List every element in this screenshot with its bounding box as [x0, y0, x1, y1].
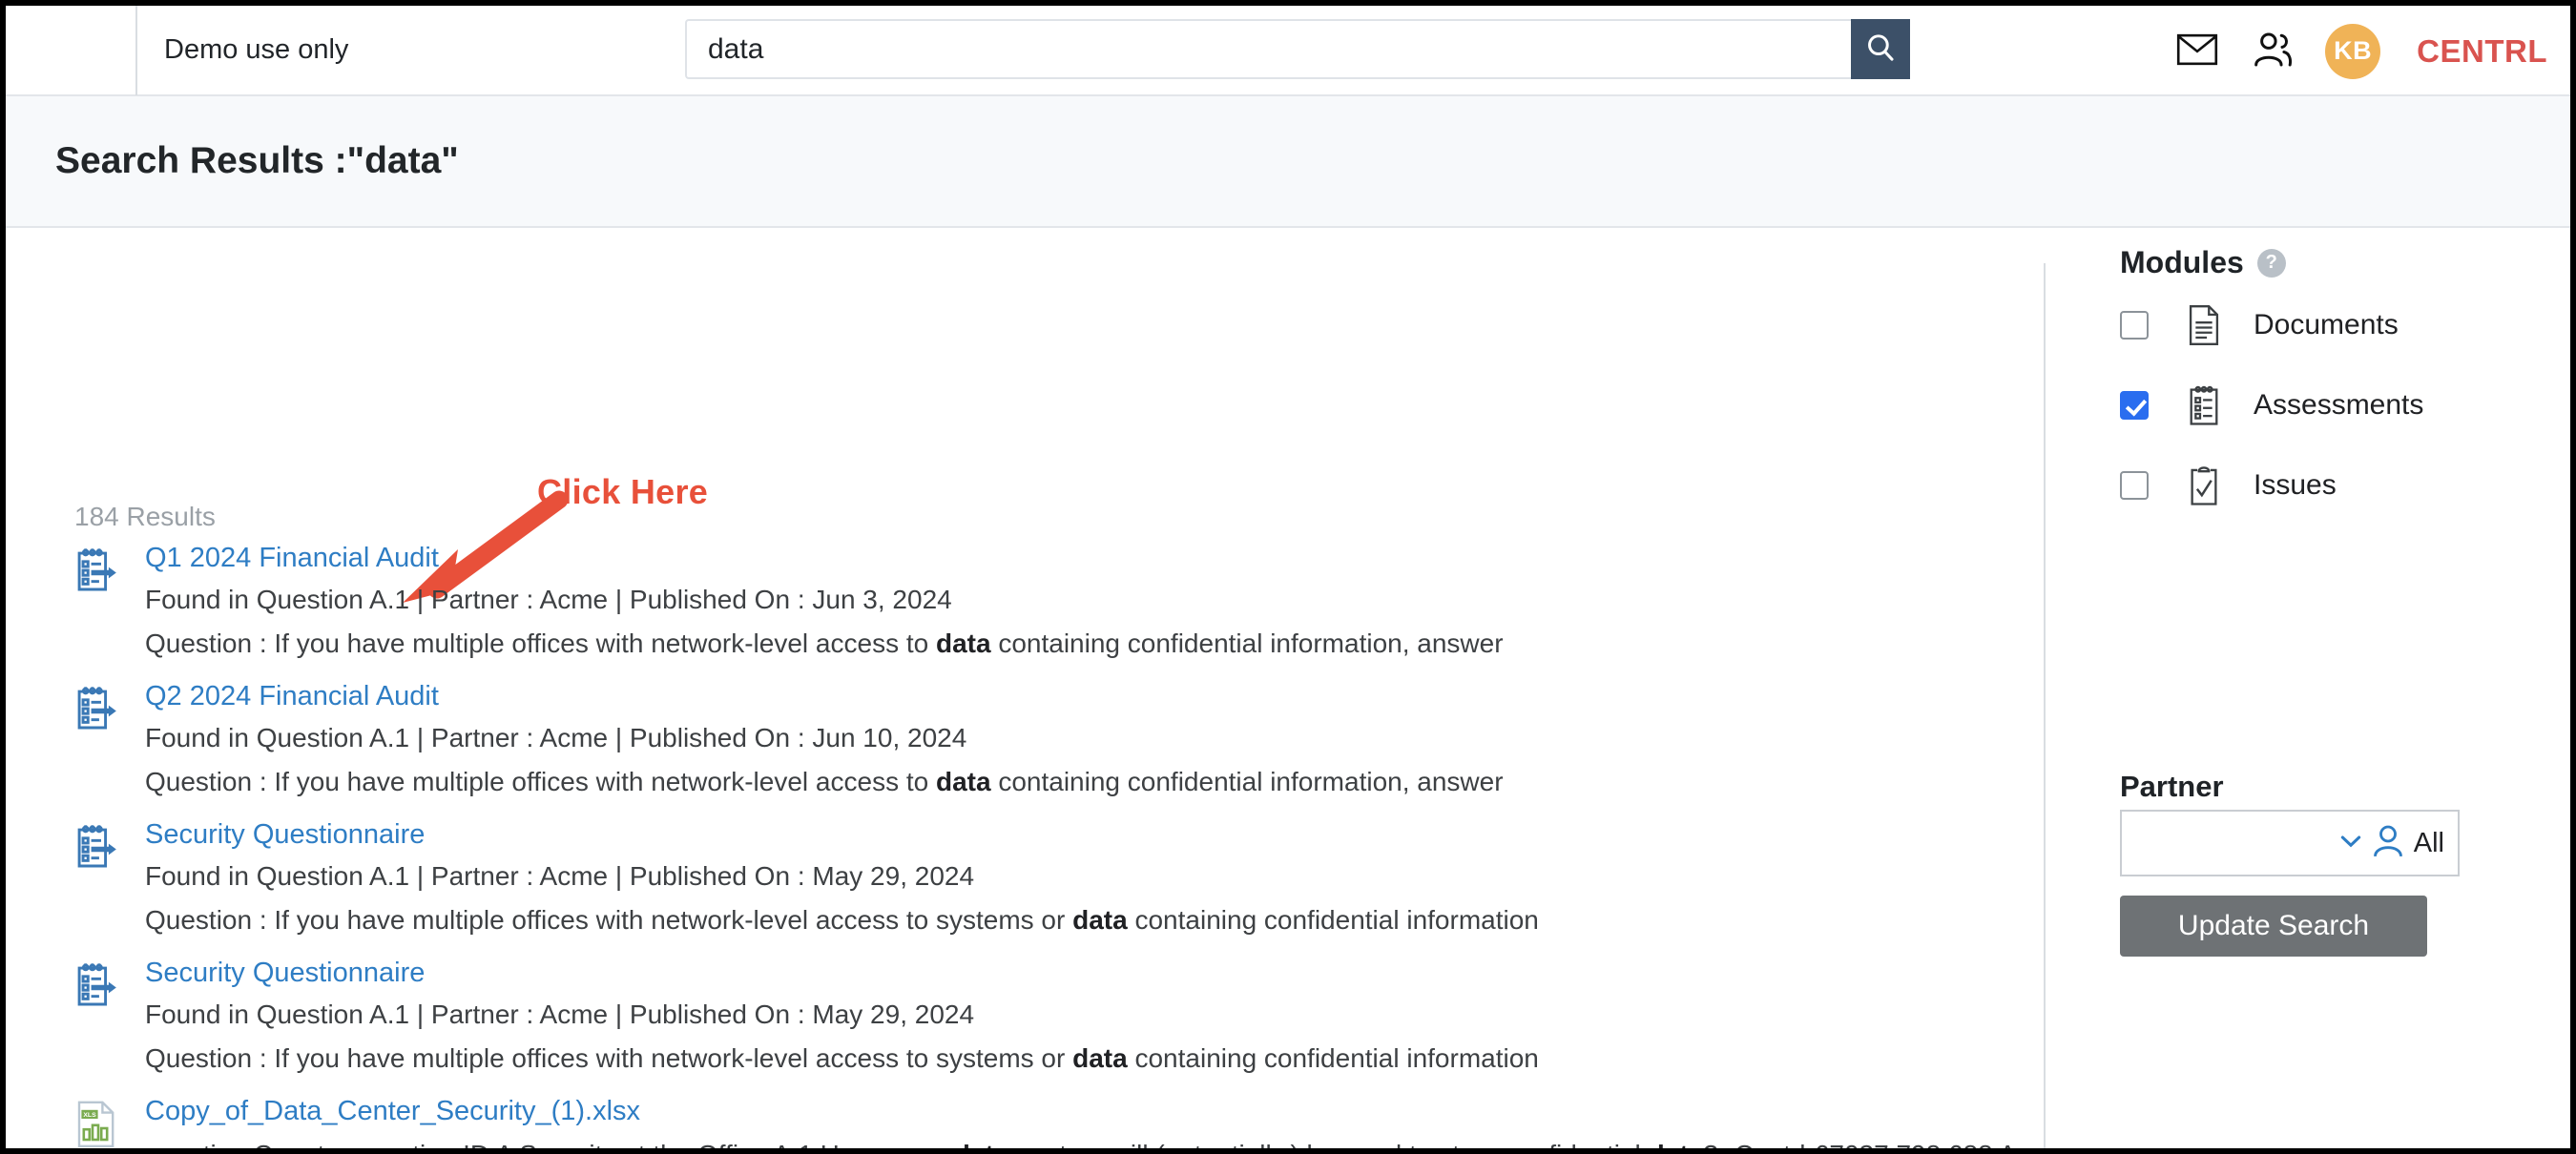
top-header-bar: Demo use only data KB CENTRL: [6, 6, 2570, 96]
result-meta: Found in Question A.1 | Partner : Acme |…: [145, 585, 952, 615]
checkbox-documents[interactable]: [2120, 311, 2149, 340]
result-body: Q2 2024 Financial Audit Found in Question…: [145, 681, 2021, 800]
assessment-icon: [74, 685, 118, 732]
app-window: Demo use only data KB CENTRL Search Resu…: [0, 0, 2576, 1154]
checkbox-issues[interactable]: [2120, 471, 2149, 500]
sidebar-divider: [2044, 263, 2046, 1148]
result-snippet: Question : If you have multiple offices …: [145, 904, 1539, 935]
result-title-link[interactable]: Copy_of_Data_Center_Security_(1).xlsx: [145, 1096, 640, 1127]
result-body: Security Questionnaire Found in Question …: [145, 958, 2021, 1077]
result-title-link[interactable]: Security Questionnaire: [145, 819, 425, 851]
partner-heading: Partner: [2120, 770, 2224, 803]
highlight-term: data: [935, 628, 991, 658]
envelope-icon: [2176, 33, 2218, 69]
results-count: 184 Results: [74, 502, 216, 531]
result-meta: Found in Question A.1 | Partner : Acme |…: [145, 723, 967, 753]
annotation-label: Click Here: [537, 472, 709, 511]
update-search-button[interactable]: Update Search: [2120, 896, 2427, 957]
highlight-term: data: [1072, 1042, 1128, 1073]
search-input[interactable]: [685, 19, 1851, 79]
avatar[interactable]: KB: [2325, 23, 2381, 79]
result-title-link[interactable]: Security Questionnaire: [145, 958, 425, 989]
issue-clipboard-check-icon: [2185, 464, 2223, 507]
search-icon: [1864, 31, 1897, 67]
people-icon: [2251, 31, 2293, 71]
result-snippet: question.Country question.ID A Security …: [145, 1137, 2021, 1148]
highlight-term: data: [1649, 1140, 1704, 1148]
partner-value: All: [2413, 827, 2444, 858]
result-snippet: Question : If you have multiple offices …: [145, 766, 1504, 796]
mail-button[interactable]: [2176, 33, 2218, 69]
result-title-link[interactable]: Q2 2024 Financial Audit: [145, 681, 439, 712]
module-row-assessments[interactable]: Assessments: [2120, 382, 2423, 428]
help-icon[interactable]: ?: [2256, 248, 2286, 278]
result-item: Security Questionnaire Found in Question …: [74, 819, 2021, 938]
result-item: Security Questionnaire Found in Question …: [74, 958, 2021, 1077]
result-item: XLS Copy_of_Data_Center_Security_(1).xlsx…: [74, 1096, 2021, 1148]
highlight-term: data: [954, 1140, 1009, 1148]
svg-text:XLS: XLS: [83, 1112, 96, 1119]
content-area: 184 Results Click Here Q1 2024 Financial…: [6, 228, 2570, 1148]
contacts-button[interactable]: [2251, 31, 2293, 71]
modules-heading: Modules: [2120, 245, 2244, 279]
page-title-bar: Search Results :"data": [6, 96, 2570, 228]
results-column: 184 Results Click Here Q1 2024 Financial…: [6, 228, 2044, 1148]
module-label-assessments: Assessments: [2254, 389, 2424, 421]
module-label-documents: Documents: [2254, 309, 2399, 340]
highlight-term: data: [1072, 904, 1128, 935]
document-icon: [2185, 303, 2223, 347]
module-label-issues: Issues: [2254, 469, 2337, 501]
assessment-icon: [74, 546, 118, 594]
result-body: Security Questionnaire Found in Question …: [145, 819, 2021, 938]
brand-logo: CENTRL: [2417, 32, 2547, 69]
partner-select[interactable]: All: [2120, 810, 2460, 876]
header-logo-slot: [6, 6, 137, 95]
result-meta: Found in Question A.1 | Partner : Acme |…: [145, 861, 975, 892]
result-item: Q2 2024 Financial Audit Found in Question…: [74, 681, 2021, 800]
xls-file-icon: XLS: [74, 1100, 118, 1147]
result-title-link[interactable]: Q1 2024 Financial Audit: [145, 543, 439, 574]
modules-heading-group: Modules ?: [2120, 245, 2286, 280]
result-snippet: Question : If you have multiple offices …: [145, 628, 1504, 658]
result-item: Q1 2024 Financial Audit Found in Question…: [74, 543, 2021, 662]
module-row-documents[interactable]: Documents: [2120, 302, 2399, 348]
chevron-down-icon: [2339, 834, 2362, 854]
checkbox-assessments[interactable]: [2120, 391, 2149, 420]
page-title: Search Results :"data": [55, 140, 459, 181]
global-search: [685, 19, 1910, 79]
demo-use-label: Demo use only: [164, 34, 349, 65]
result-body: Q1 2024 Financial Audit Found in Question…: [145, 543, 2021, 662]
person-icon: [2372, 824, 2404, 863]
module-row-issues[interactable]: Issues: [2120, 463, 2337, 508]
filters-sidebar: Modules ? Documents Assessments Issues P…: [2044, 228, 2570, 1148]
result-meta: Found in Question A.1 | Partner : Acme |…: [145, 999, 975, 1030]
search-submit-button[interactable]: [1851, 19, 1910, 79]
header-actions: KB CENTRL: [2176, 6, 2553, 96]
highlight-term: data: [935, 766, 991, 796]
assessment-icon: [74, 961, 118, 1009]
assessment-clipboard-icon: [2185, 383, 2223, 427]
result-body: Copy_of_Data_Center_Security_(1).xlsxque…: [145, 1096, 2021, 1148]
result-snippet: Question : If you have multiple offices …: [145, 1042, 1539, 1073]
assessment-icon: [74, 823, 118, 871]
